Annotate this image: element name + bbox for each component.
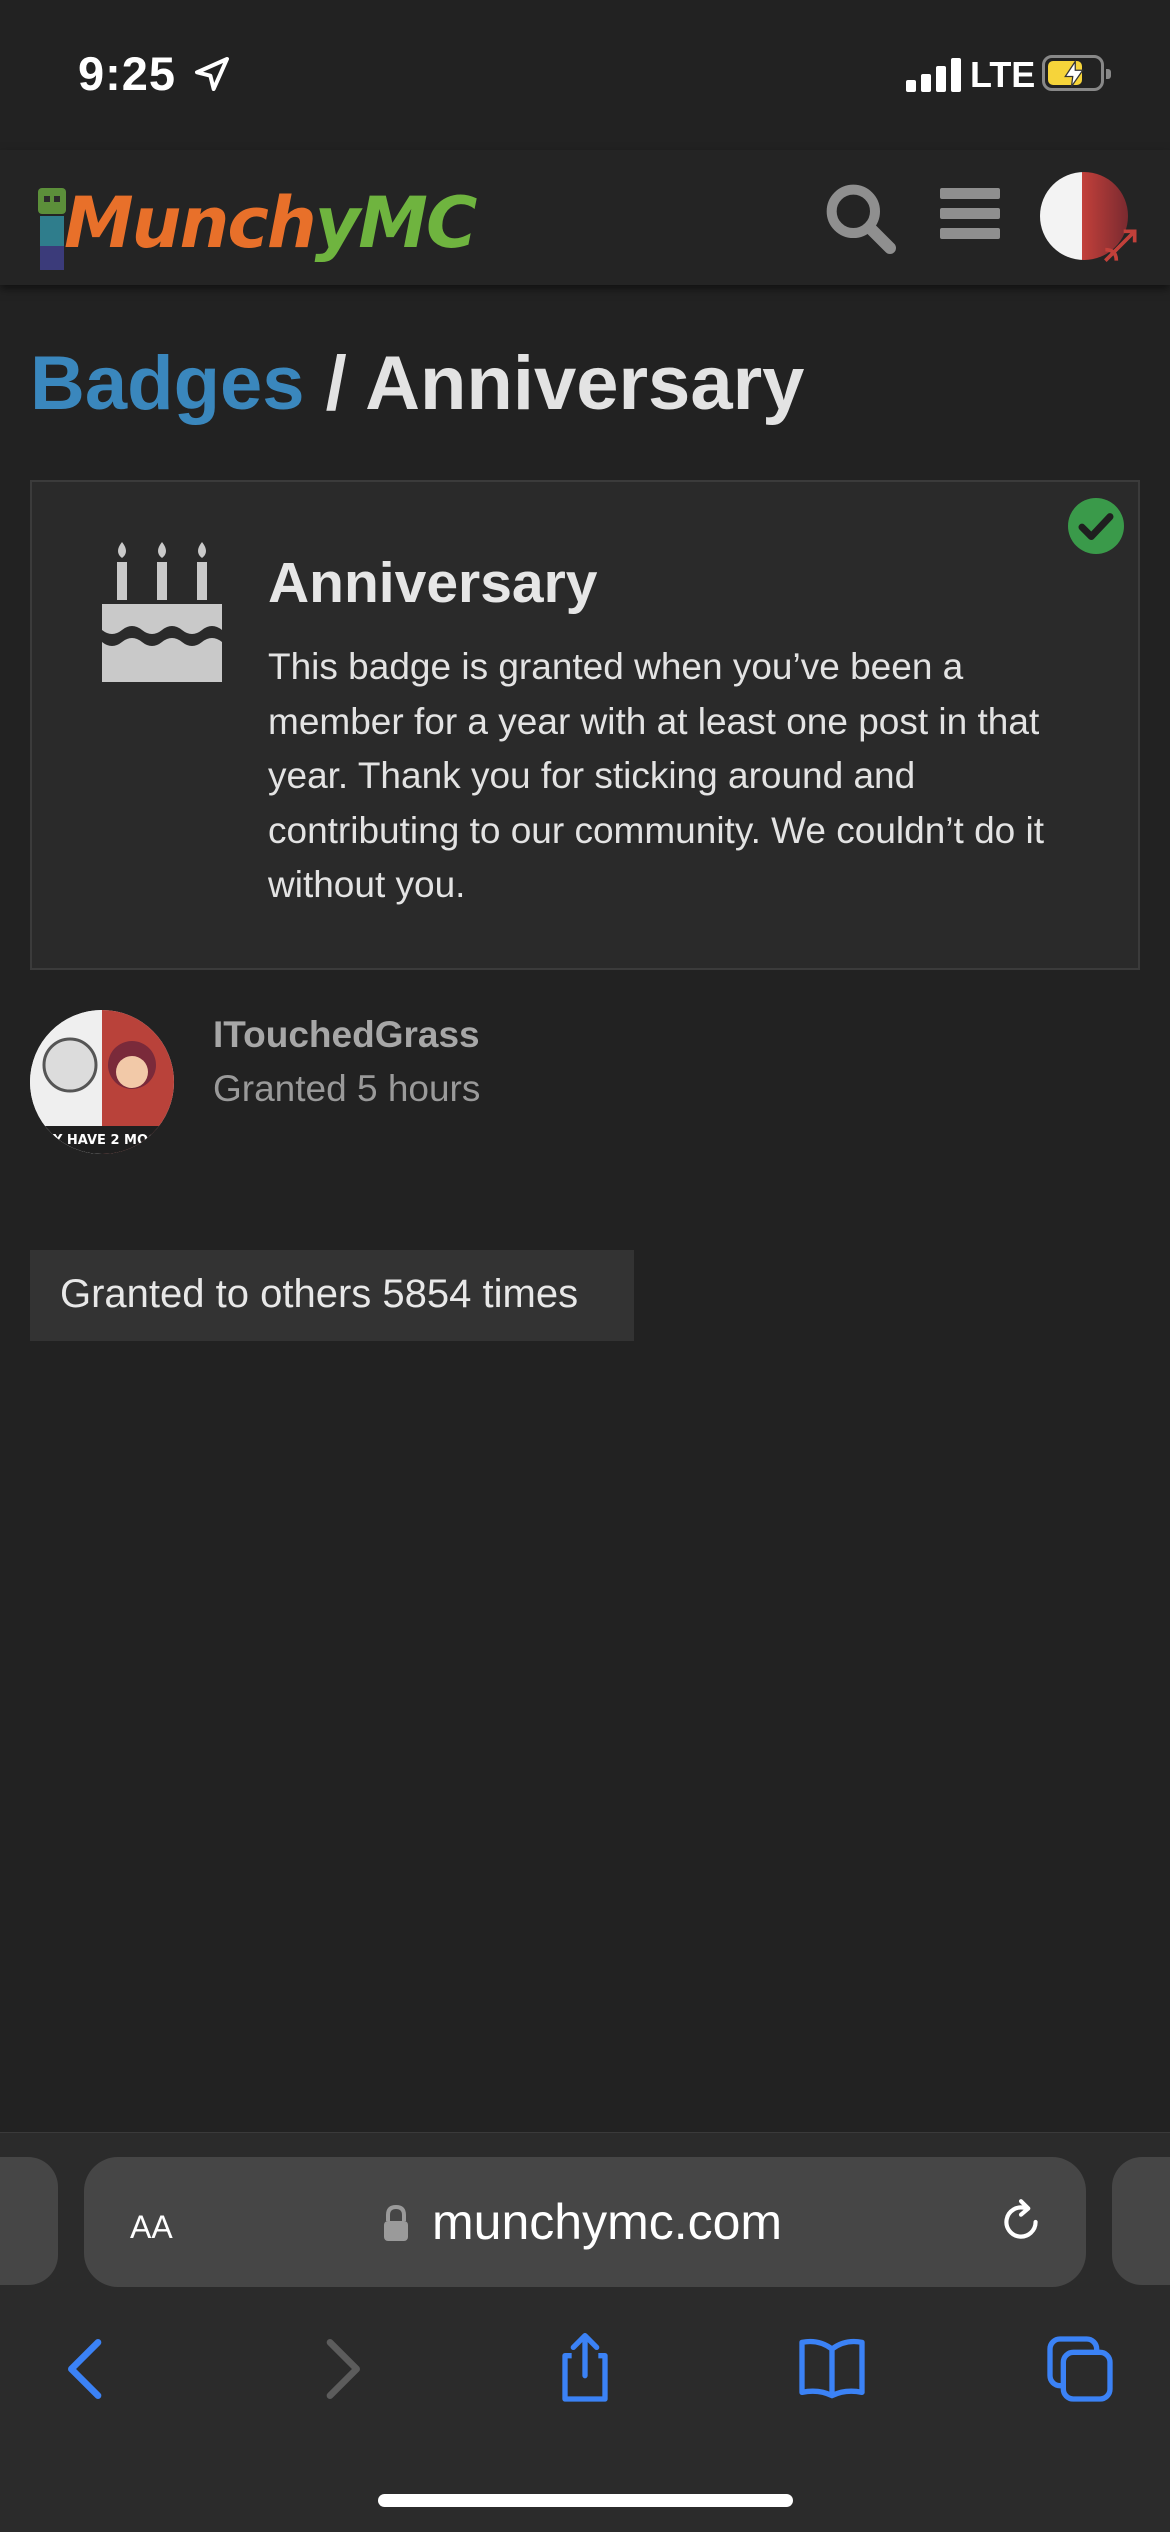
tabs-icon[interactable] [1040,2329,1120,2409]
bow-arrow-badge-icon [1104,229,1137,262]
granted-to-others-label: Granted to others 5854 times [60,1272,579,1316]
previous-tab-pill[interactable] [0,2157,58,2285]
address-bar[interactable]: AA munchymc.com [84,2157,1086,2287]
birthday-cake-icon [102,542,222,682]
granted-to-others-button[interactable]: Granted to others 5854 times [30,1250,634,1341]
breadcrumb-current: Anniversary [365,341,805,426]
search-icon[interactable] [820,178,900,258]
home-indicator [378,2494,793,2507]
breadcrumb: Badges / Anniversary [30,340,804,427]
check-circle-icon [1068,498,1124,554]
site-logo[interactable]: MunchyMC [34,172,477,272]
user-avatar[interactable]: ONLY HAVE 2 MOODS [30,1010,174,1154]
text-size-button[interactable]: AA [130,2195,173,2250]
url-text: munchymc.com [432,2194,783,2250]
granted-user-row: ONLY HAVE 2 MOODS ITouchedGrass Granted … [30,1010,1140,1160]
breadcrumb-separator: / [325,341,347,426]
share-icon[interactable] [545,2329,625,2409]
cellular-signal-icon [906,56,962,92]
reload-icon[interactable] [996,2197,1046,2247]
avatar-caption: ONLY HAVE 2 MOODS [30,1133,174,1148]
granted-time: Granted 5 hours [213,1068,481,1109]
site-header: MunchyMC [0,150,1170,285]
hamburger-menu-icon[interactable] [938,182,1002,246]
username-link[interactable]: ITouchedGrass [213,1014,480,1056]
breadcrumb-badges-link[interactable]: Badges [30,341,305,426]
location-arrow-icon [195,57,229,91]
status-bar: 9:25 LTE [0,0,1170,150]
forward-icon[interactable] [300,2329,380,2409]
badge-title: Anniversary [268,551,598,615]
user-avatar-image: ONLY HAVE 2 MOODS [30,1010,174,1154]
lock-icon [384,2205,408,2241]
bookmarks-icon[interactable] [792,2329,872,2409]
battery-icon [1042,55,1111,91]
logo-wordmark: MunchyMC [64,182,477,264]
badge-description: This badge is granted when you’ve been a… [268,646,1045,905]
status-time: 9:25 [78,47,177,100]
back-icon[interactable] [48,2329,128,2409]
network-type: LTE [970,54,1036,95]
browser-toolbar: AA munchymc.com [0,2132,1170,2532]
next-tab-pill[interactable] [1112,2157,1170,2285]
badge-card: Anniversary This badge is granted when y… [30,480,1140,970]
